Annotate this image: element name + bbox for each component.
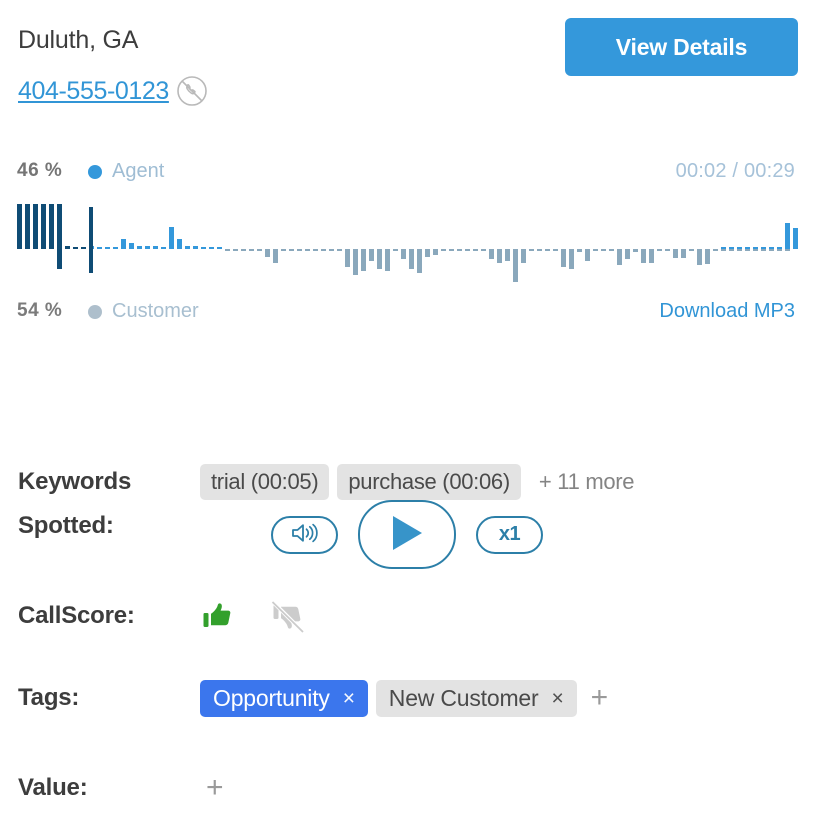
- tags-label: Tags:: [18, 684, 80, 711]
- customer-name: Customer: [112, 300, 199, 322]
- thumbs-up-button[interactable]: [200, 597, 238, 635]
- page-title: Duluth, GA: [18, 26, 139, 54]
- phone-number-link[interactable]: 404-555-0123: [18, 77, 169, 106]
- waveform-playhead: [89, 207, 93, 273]
- value-row: Value: +: [0, 766, 814, 810]
- download-mp3-link[interactable]: Download MP3: [659, 300, 795, 323]
- agent-talk-percent: 46 %: [17, 160, 63, 181]
- tags-list: Opportunity × New Customer × +: [200, 676, 614, 720]
- phone-row: 404-555-0123: [18, 74, 209, 108]
- remove-tag-icon[interactable]: ×: [343, 688, 355, 709]
- call-header: Duluth, GA 404-555-0123 View Details: [0, 0, 814, 130]
- remove-tag-icon[interactable]: ×: [551, 688, 563, 709]
- tag-label: Opportunity: [213, 684, 330, 711]
- waveform-graphic[interactable]: [0, 204, 814, 294]
- keywords-label-line1: Keywords: [18, 468, 132, 495]
- waveform-scrubber[interactable]: [0, 204, 814, 294]
- tag-chip[interactable]: Opportunity ×: [200, 679, 368, 717]
- keyword-chip[interactable]: purchase (00:06): [337, 464, 521, 500]
- agent-color-dot: [88, 164, 102, 179]
- customer-talk-percent: 54 %: [17, 300, 63, 321]
- keyword-chip[interactable]: trial (00:05): [200, 464, 330, 500]
- customer-speaker-label: Customer: [88, 300, 199, 323]
- agent-name: Agent: [112, 160, 165, 182]
- callscore-controls: [200, 594, 332, 638]
- audio-player: 46 % Agent 00:02 / 00:29 54 % Customer D…: [0, 160, 814, 569]
- keywords-spotted-label: Keywords Spotted:: [0, 460, 200, 548]
- add-value-button[interactable]: +: [200, 773, 230, 803]
- thumbs-down-button[interactable]: [270, 597, 308, 635]
- value-controls: +: [200, 766, 230, 810]
- view-details-button[interactable]: View Details: [565, 18, 798, 76]
- keywords-spotted-row: Keywords Spotted: trial (00:05) purchase…: [0, 460, 814, 548]
- keywords-more-link[interactable]: + 11 more: [539, 469, 635, 495]
- tags-row: Tags: Opportunity × New Customer × +: [0, 676, 814, 720]
- customer-color-dot: [88, 304, 102, 319]
- keywords-label-line2: Spotted:: [18, 512, 114, 539]
- callscore-row: CallScore:: [0, 594, 814, 638]
- keywords-list: trial (00:05) purchase (00:06) + 11 more: [200, 460, 635, 504]
- customer-meta-row: 54 % Customer Download MP3: [0, 300, 814, 330]
- no-phone-icon[interactable]: [175, 74, 209, 108]
- tag-label: New Customer: [388, 684, 539, 711]
- thumbs-up-icon: [200, 603, 238, 638]
- timecode: 00:02 / 00:29: [675, 160, 795, 182]
- agent-meta-row: 46 % Agent 00:02 / 00:29: [0, 160, 814, 190]
- agent-speaker-label: Agent: [88, 160, 164, 183]
- value-label: Value:: [18, 774, 88, 801]
- tag-chip[interactable]: New Customer ×: [375, 679, 577, 717]
- add-tag-button[interactable]: +: [585, 683, 615, 713]
- callscore-label: CallScore:: [18, 602, 135, 629]
- thumbs-down-disabled-icon: [270, 599, 308, 638]
